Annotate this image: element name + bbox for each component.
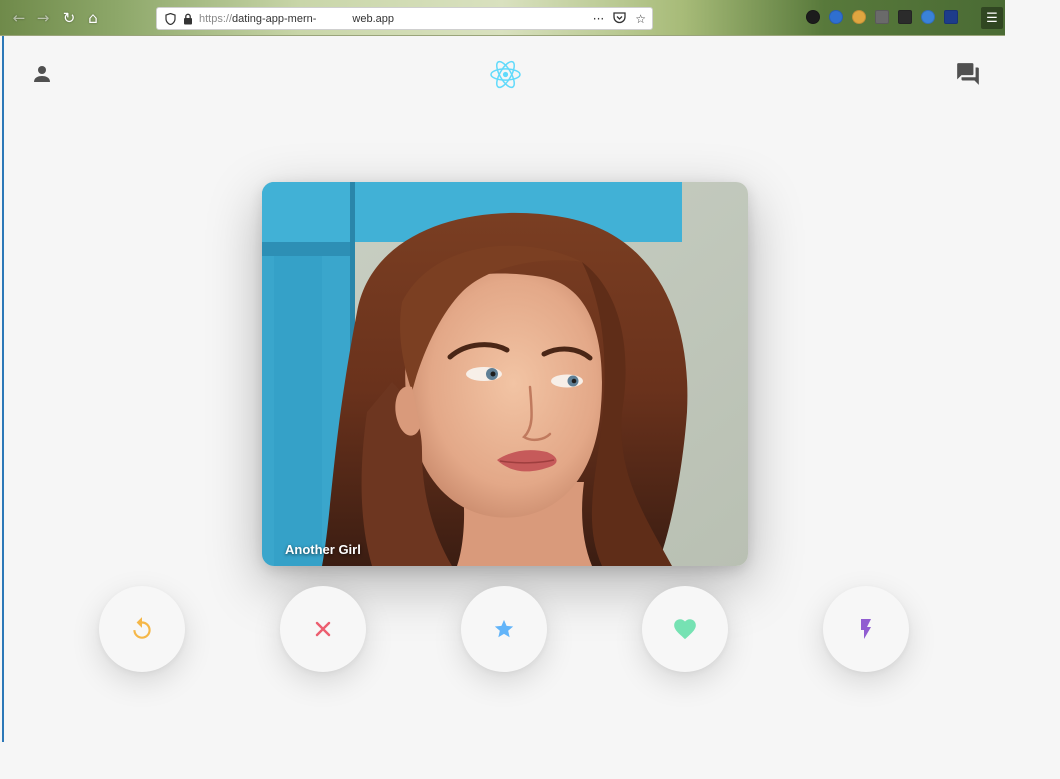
url-text: https://dating-app-mern-web.app [199,13,394,25]
replay-button[interactable] [99,586,185,672]
dislike-button[interactable] [280,586,366,672]
extension-icon[interactable] [921,10,935,24]
profile-card[interactable]: Another Girl [262,182,748,566]
star-icon [494,619,514,638]
forum-icon[interactable] [955,61,981,87]
person-icon[interactable] [30,62,54,86]
boost-button[interactable] [823,586,909,672]
profile-name: Another Girl [285,542,361,557]
browser-menu-icon[interactable]: ☰ [981,7,1003,29]
address-bar[interactable]: https://dating-app-mern-web.app ··· ☆ [156,7,653,30]
app-screen: ← → ↻ ⌂ https://dating-app-mern-web.app … [0,0,1060,779]
favorite-icon [674,619,696,640]
lock-icon[interactable] [179,10,197,28]
extensions-tray [806,10,958,24]
home-icon[interactable]: ⌂ [84,9,102,27]
reload-icon[interactable]: ↻ [60,9,78,27]
window-edge [2,36,4,742]
shield-icon[interactable] [161,10,179,28]
extension-icon[interactable] [898,10,912,24]
page-actions-icon[interactable]: ··· [593,12,604,26]
flash-icon [861,619,871,639]
url-host-start: dating-app-mern- [232,12,317,25]
forward-icon[interactable]: → [34,9,52,27]
pocket-icon[interactable] [613,11,626,27]
replay-icon [133,617,151,639]
superlike-button[interactable] [461,586,547,672]
extension-icon[interactable] [806,10,820,24]
profile-photo [262,182,748,566]
react-logo-icon[interactable] [489,58,522,91]
back-icon[interactable]: ← [10,9,28,27]
extension-icon[interactable] [852,10,866,24]
url-scheme: https:// [199,12,233,25]
url-host-end: web.app [352,12,394,25]
extension-icon[interactable] [829,10,843,24]
close-icon [315,621,331,637]
extension-icon[interactable] [944,10,958,24]
like-button[interactable] [642,586,728,672]
bookmark-star-icon[interactable]: ☆ [635,12,646,26]
extension-icon[interactable] [875,10,889,24]
browser-toolbar: ← → ↻ ⌂ https://dating-app-mern-web.app … [0,0,1005,36]
